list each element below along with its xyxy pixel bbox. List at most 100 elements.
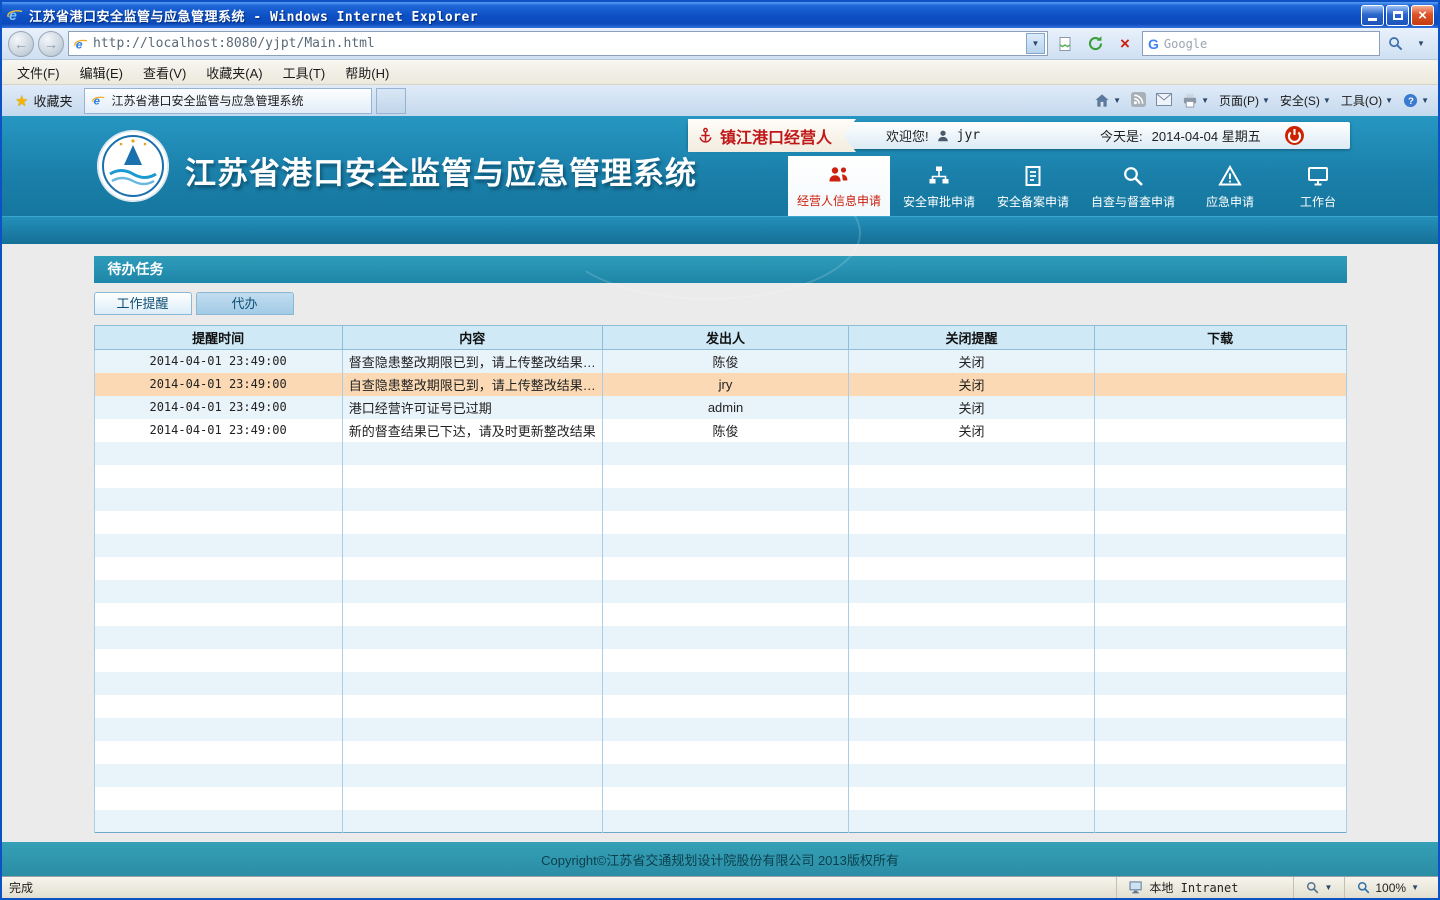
compatibility-view-button[interactable] (1052, 31, 1078, 57)
cell-remind-time: 2014-04-01 23:49:00 (94, 373, 342, 396)
table-row[interactable] (94, 626, 1346, 649)
date-label: 今天是: (1100, 126, 1143, 145)
menu-edit[interactable]: 编辑(E) (71, 61, 132, 84)
cell-close-reminder[interactable]: 关闭 (849, 396, 1094, 419)
address-field[interactable]: e ▼ (68, 31, 1048, 56)
search-options-dropdown[interactable]: ▼ (1410, 31, 1432, 57)
monitor-icon (1306, 164, 1330, 188)
table-row[interactable] (94, 718, 1346, 741)
table-row[interactable]: 2014-04-01 23:49:00自查隐患整改期限已到，请上传整改结果…jr… (94, 373, 1346, 396)
cell-download (1094, 419, 1346, 442)
cell-download (1094, 672, 1346, 695)
cell-close-reminder[interactable]: 关闭 (849, 419, 1094, 442)
table-row[interactable]: 2014-04-01 23:49:00港口经营许可证号已过期admin关闭 (94, 396, 1346, 419)
home-icon (1094, 93, 1110, 108)
cell-remind-time (94, 442, 342, 465)
table-row[interactable] (94, 603, 1346, 626)
print-icon (1182, 93, 1198, 108)
table-row[interactable] (94, 534, 1346, 557)
table-row[interactable] (94, 672, 1346, 695)
table-row[interactable] (94, 511, 1346, 534)
cell-content (342, 764, 602, 787)
nav-label: 自查与督查申请 (1091, 193, 1175, 210)
menu-tools[interactable]: 工具(T) (274, 61, 335, 84)
chevron-down-icon: ▼ (1113, 97, 1121, 105)
table-row[interactable] (94, 465, 1346, 488)
chevron-down-icon: ▼ (1262, 97, 1270, 105)
tab-todo[interactable]: 代办 (196, 292, 294, 315)
menu-view[interactable]: 查看(V) (134, 61, 195, 84)
cell-close-reminder (849, 718, 1094, 741)
cell-download (1094, 511, 1346, 534)
site-logo[interactable] (96, 129, 170, 208)
nav-item-workbench[interactable]: 工作台 (1276, 158, 1360, 216)
col-header-download: 下载 (1094, 326, 1346, 350)
table-row[interactable]: 2014-04-01 23:49:00新的督查结果已下达，请及时更新整改结果陈俊… (94, 419, 1346, 442)
back-button[interactable]: ← (8, 31, 34, 57)
favorites-button[interactable]: ★ 收藏夹 (7, 88, 80, 113)
page-zoom-dropdown[interactable]: ▼ (1293, 877, 1344, 898)
warning-triangle-icon (1218, 164, 1242, 188)
zoom-level-button[interactable]: 100% ▼ (1344, 877, 1431, 898)
menu-help[interactable]: 帮助(H) (336, 61, 398, 84)
welcome-label: 欢迎您! (886, 126, 929, 145)
cell-content (342, 649, 602, 672)
address-input[interactable] (93, 36, 1021, 51)
page-menu-button[interactable]: 页面(P) ▼ (1219, 92, 1270, 109)
table-row[interactable] (94, 649, 1346, 672)
tools-menu-button[interactable]: 工具(O) ▼ (1341, 92, 1393, 109)
table-row[interactable] (94, 764, 1346, 787)
read-mail-button[interactable] (1156, 93, 1172, 109)
table-row[interactable] (94, 695, 1346, 718)
nav-item-emergency[interactable]: 应急申请 (1188, 158, 1272, 216)
table-row[interactable] (94, 580, 1346, 603)
safety-menu-button[interactable]: 安全(S) ▼ (1280, 92, 1331, 109)
search-input[interactable] (1164, 37, 1374, 51)
forward-arrow-icon: → (44, 36, 58, 52)
cell-close-reminder[interactable]: 关闭 (849, 373, 1094, 396)
tab-work-reminder[interactable]: 工作提醒 (94, 292, 192, 315)
cell-remind-time (94, 672, 342, 695)
nav-item-inspection[interactable]: 自查与督查申请 (1082, 158, 1184, 216)
close-button[interactable]: × (1411, 5, 1434, 26)
new-tab-button[interactable] (376, 88, 406, 114)
refresh-icon (1087, 35, 1104, 52)
print-button[interactable]: ▼ (1182, 93, 1209, 108)
table-row[interactable]: 2014-04-01 23:49:00督查隐患整改期限已到，请上传整改结果…陈俊… (94, 350, 1346, 373)
menu-file[interactable]: 文件(F) (8, 61, 69, 84)
table-row[interactable] (94, 787, 1346, 810)
cell-download (1094, 810, 1346, 833)
stop-button[interactable]: × (1112, 31, 1138, 57)
table-row[interactable] (94, 810, 1346, 833)
nav-item-operator-info[interactable]: 经营人信息申请 (788, 156, 890, 216)
browser-tab[interactable]: e 江苏省港口安全监管与应急管理系统 (84, 88, 372, 114)
cell-sender (602, 810, 849, 833)
chevron-down-icon: ▼ (1323, 97, 1331, 105)
feeds-button[interactable] (1131, 92, 1146, 110)
maximize-button[interactable] (1386, 5, 1409, 26)
nav-item-safety-approval[interactable]: 安全审批申请 (894, 158, 984, 216)
search-button[interactable] (1384, 31, 1406, 57)
address-history-dropdown[interactable]: ▼ (1026, 33, 1045, 54)
magnifier-icon (1121, 164, 1145, 188)
table-row[interactable] (94, 442, 1346, 465)
address-toolbar: ← → e ▼ × G ▼ (2, 28, 1438, 60)
cell-close-reminder[interactable]: 关闭 (849, 350, 1094, 373)
logout-button[interactable] (1284, 125, 1305, 149)
search-box[interactable]: G (1142, 31, 1380, 56)
chevron-down-icon: ▼ (1385, 97, 1393, 105)
cell-content: 自查隐患整改期限已到，请上传整改结果… (342, 373, 602, 396)
cell-content (342, 741, 602, 764)
minimize-button[interactable] (1361, 5, 1384, 26)
nav-item-safety-record[interactable]: 安全备案申请 (988, 158, 1078, 216)
table-row[interactable] (94, 741, 1346, 764)
table-row[interactable] (94, 488, 1346, 511)
help-button[interactable]: ? ▼ (1403, 93, 1429, 108)
table-row[interactable] (94, 557, 1346, 580)
menu-favorites[interactable]: 收藏夹(A) (197, 61, 271, 84)
cell-remind-time (94, 511, 342, 534)
cell-remind-time (94, 626, 342, 649)
forward-button[interactable]: → (38, 31, 64, 57)
refresh-button[interactable] (1082, 31, 1108, 57)
home-button[interactable]: ▼ (1094, 93, 1121, 108)
